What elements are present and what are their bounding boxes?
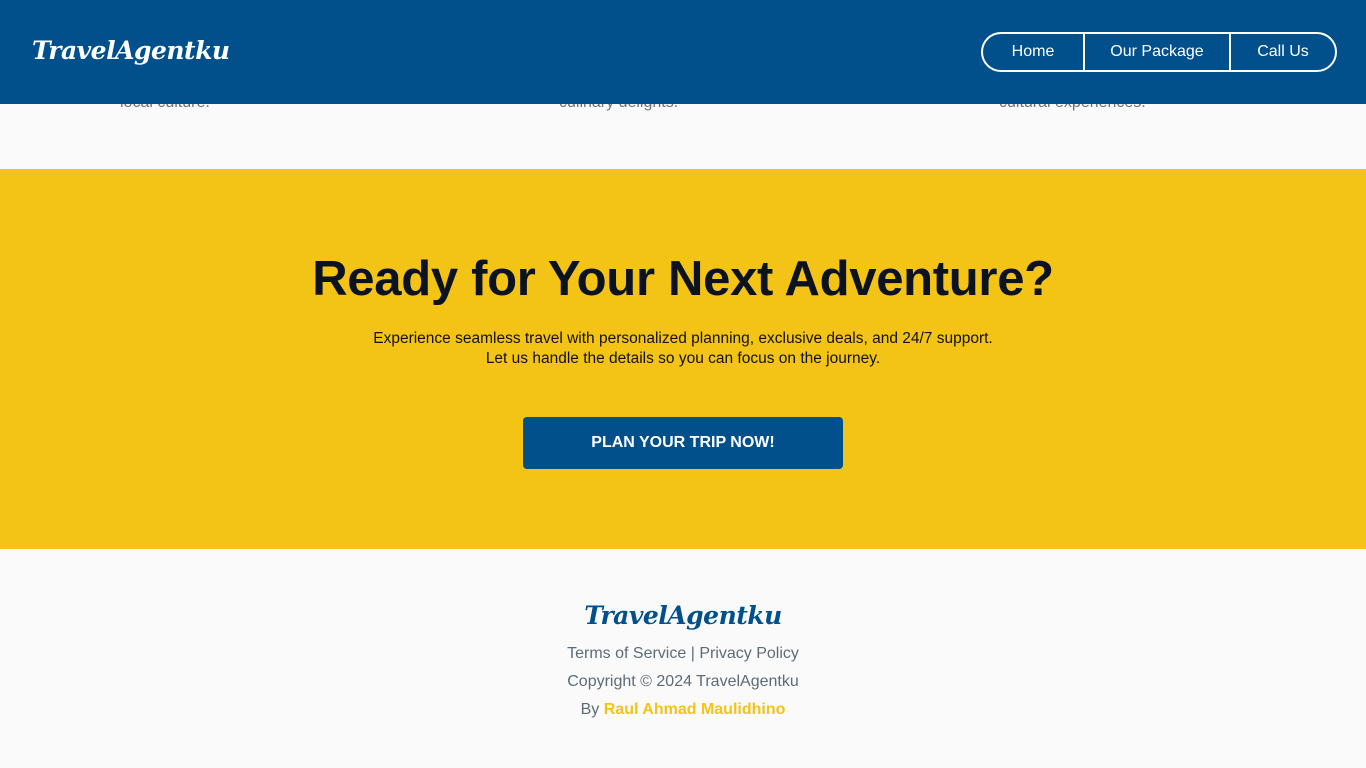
- author-link[interactable]: Raul Ahmad Maulidhino: [604, 701, 786, 718]
- nav-home-link[interactable]: Home: [983, 34, 1083, 70]
- terms-of-service-link[interactable]: Terms of Service: [567, 645, 686, 662]
- nav-call-us-link[interactable]: Call Us: [1229, 34, 1335, 70]
- cta-title: Ready for Your Next Adventure?: [312, 252, 1054, 306]
- footer-links: Terms of Service | Privacy Policy: [0, 645, 1366, 663]
- site-header: TravelAgentku Home Our Package Call Us: [0, 0, 1366, 104]
- footer-link-separator: |: [690, 645, 695, 662]
- page: local culture. culinary delights. cultur…: [0, 0, 1366, 768]
- footer-logo[interactable]: TravelAgentku: [0, 601, 1366, 630]
- cta-description-line-1: Experience seamless travel with personal…: [373, 330, 993, 347]
- plan-trip-button[interactable]: PLAN YOUR TRIP NOW!: [523, 417, 843, 469]
- cta-description-line-2: Let us handle the details so you can foc…: [485, 350, 881, 367]
- author-prefix: By: [580, 701, 600, 718]
- brand-logo[interactable]: TravelAgentku: [32, 36, 230, 65]
- author-credit: By Raul Ahmad Maulidhino: [0, 701, 1366, 719]
- copyright-text: Copyright © 2024 TravelAgentku: [567, 673, 799, 690]
- site-footer: TravelAgentku Terms of Service | Privacy…: [0, 549, 1366, 768]
- privacy-policy-link[interactable]: Privacy Policy: [699, 645, 799, 662]
- nav-our-package-link[interactable]: Our Package: [1083, 34, 1229, 70]
- cta-section: Ready for Your Next Adventure? Experienc…: [0, 169, 1366, 549]
- main-nav: Home Our Package Call Us: [981, 32, 1337, 72]
